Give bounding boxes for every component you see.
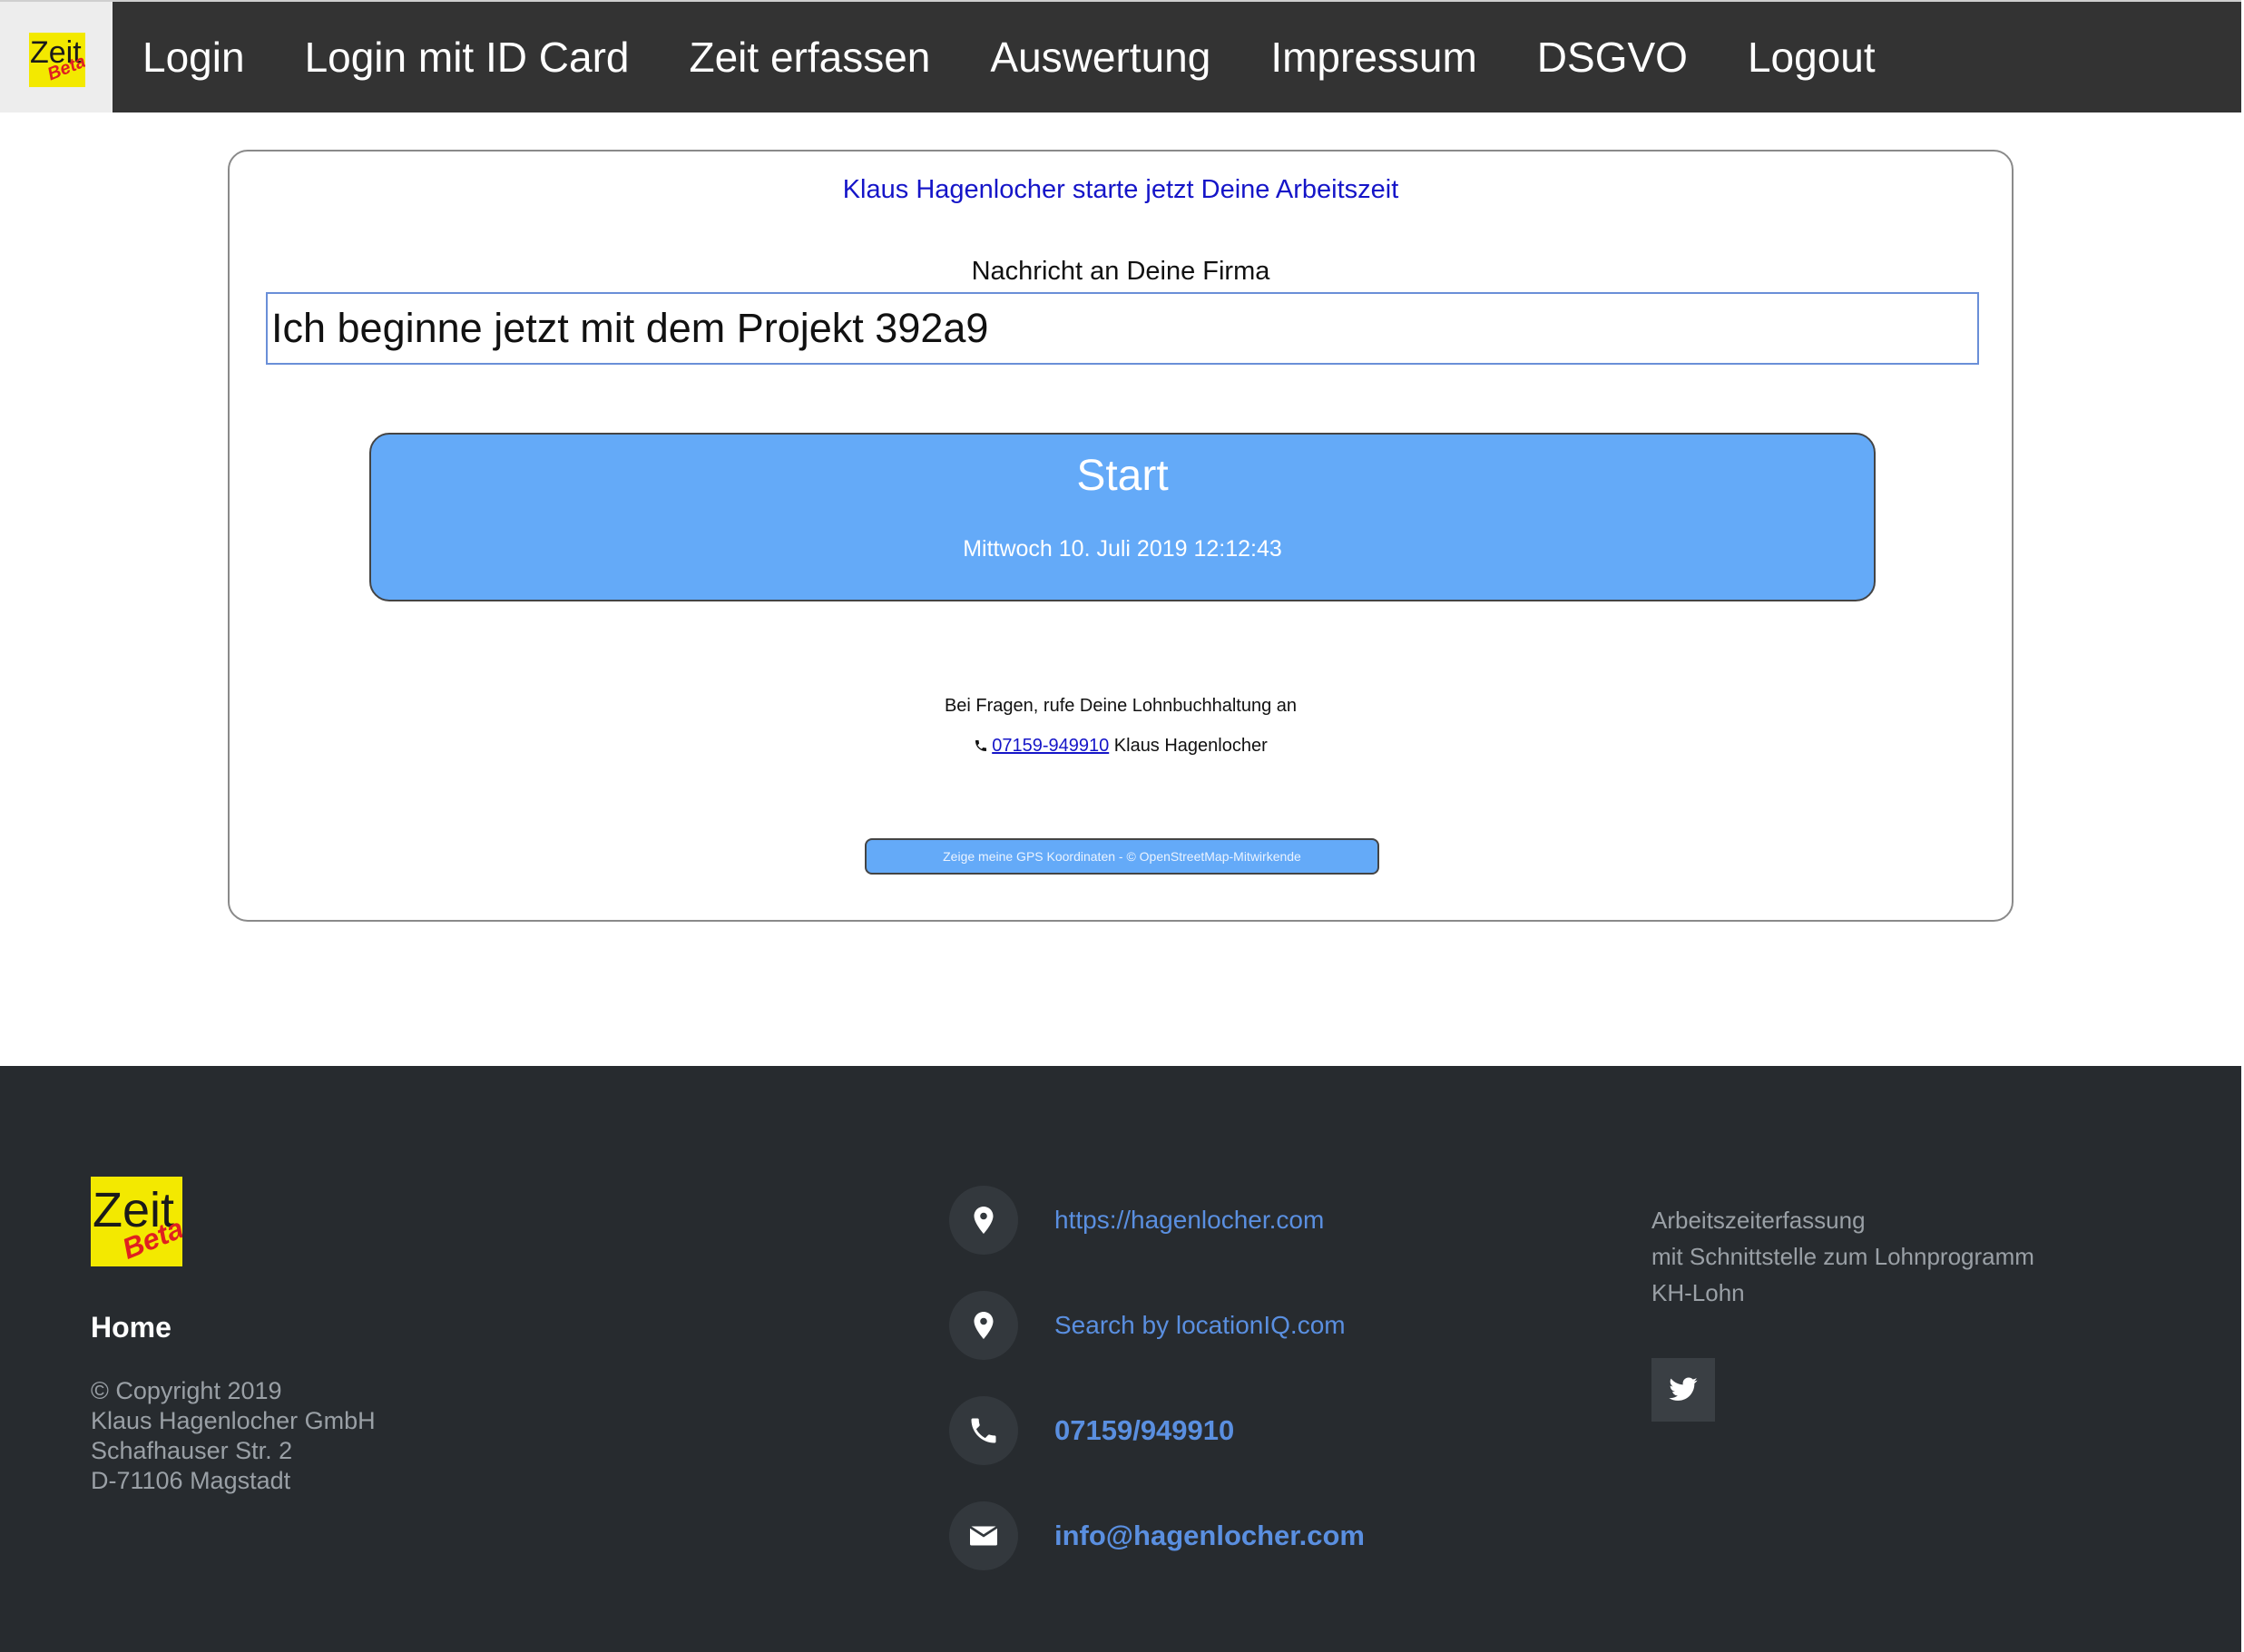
start-button-label: Start <box>1076 452 1169 500</box>
nav-item-login-id-card[interactable]: Login mit ID Card <box>275 2 660 112</box>
top-navigation: Zeit Beta Login Login mit ID Card Zeit e… <box>0 0 2241 112</box>
about-line-3: KH-Lohn <box>1651 1279 1745 1306</box>
nav-item-zeit-erfassen[interactable]: Zeit erfassen <box>659 2 960 112</box>
brand-logo-link[interactable]: Zeit Beta <box>0 2 113 112</box>
locationiq-link[interactable]: Search by locationIQ.com <box>1054 1291 1346 1360</box>
location-pin-icon <box>949 1186 1018 1255</box>
twitter-button[interactable] <box>1651 1358 1715 1422</box>
message-label: Nachricht an Deine Firma <box>971 257 1270 286</box>
company-name: Klaus Hagenlocher GmbH <box>91 1407 376 1434</box>
help-text: Bei Fragen, rufe Deine Lohnbuchhaltung a… <box>944 696 1298 716</box>
twitter-icon <box>1669 1377 1698 1401</box>
page-headline: Klaus Hagenlocher starte jetzt Deine Arb… <box>842 175 1399 204</box>
location-pin-icon <box>949 1291 1018 1360</box>
envelope-icon <box>949 1501 1018 1570</box>
about-line-1: Arbeitszeiterfassung <box>1651 1207 1866 1234</box>
help-contact: 07159-949910 Klaus Hagenlocher <box>230 736 2012 757</box>
copyright-line: © Copyright 2019 <box>91 1377 282 1404</box>
time-entry-card: Klaus Hagenlocher starte jetzt Deine Arb… <box>228 150 2014 922</box>
show-gps-button[interactable]: Zeige meine GPS Koordinaten - © OpenStre… <box>865 838 1379 875</box>
start-button[interactable]: Start Mittwoch 10. Juli 2019 12:12:43 <box>369 433 1876 601</box>
help-contact-name: Klaus Hagenlocher <box>1113 736 1268 756</box>
footer-logo: Zeit Beta <box>91 1177 182 1266</box>
footer-home-link[interactable]: Home <box>91 1311 171 1344</box>
email-link[interactable]: info@hagenlocher.com <box>1054 1501 1365 1570</box>
nav-item-impressum[interactable]: Impressum <box>1240 2 1506 112</box>
about-line-2: mit Schnittstelle zum Lohnprogramm <box>1651 1243 2034 1270</box>
nav-item-dsgvo[interactable]: DSGVO <box>1507 2 1718 112</box>
start-button-datetime: Mittwoch 10. Juli 2019 12:12:43 <box>963 536 1282 562</box>
nav-item-logout[interactable]: Logout <box>1718 2 1906 112</box>
help-phone-link[interactable]: 07159-949910 <box>992 736 1109 756</box>
nav-item-login[interactable]: Login <box>113 2 275 112</box>
phone-link[interactable]: 07159/949910 <box>1054 1396 1234 1465</box>
website-link[interactable]: https://hagenlocher.com <box>1054 1186 1324 1255</box>
message-input[interactable] <box>266 292 1979 365</box>
phone-icon <box>949 1396 1018 1465</box>
phone-icon <box>975 740 987 751</box>
footer: Zeit Beta Home © Copyright 2019 Klaus Ha… <box>0 1066 2241 1652</box>
nav-menu: Login Login mit ID Card Zeit erfassen Au… <box>113 2 1906 112</box>
nav-item-auswertung[interactable]: Auswertung <box>960 2 1240 112</box>
company-city: D-71106 Magstadt <box>91 1467 291 1494</box>
company-street: Schafhauser Str. 2 <box>91 1437 293 1464</box>
zeit-beta-logo: Zeit Beta <box>29 33 85 87</box>
